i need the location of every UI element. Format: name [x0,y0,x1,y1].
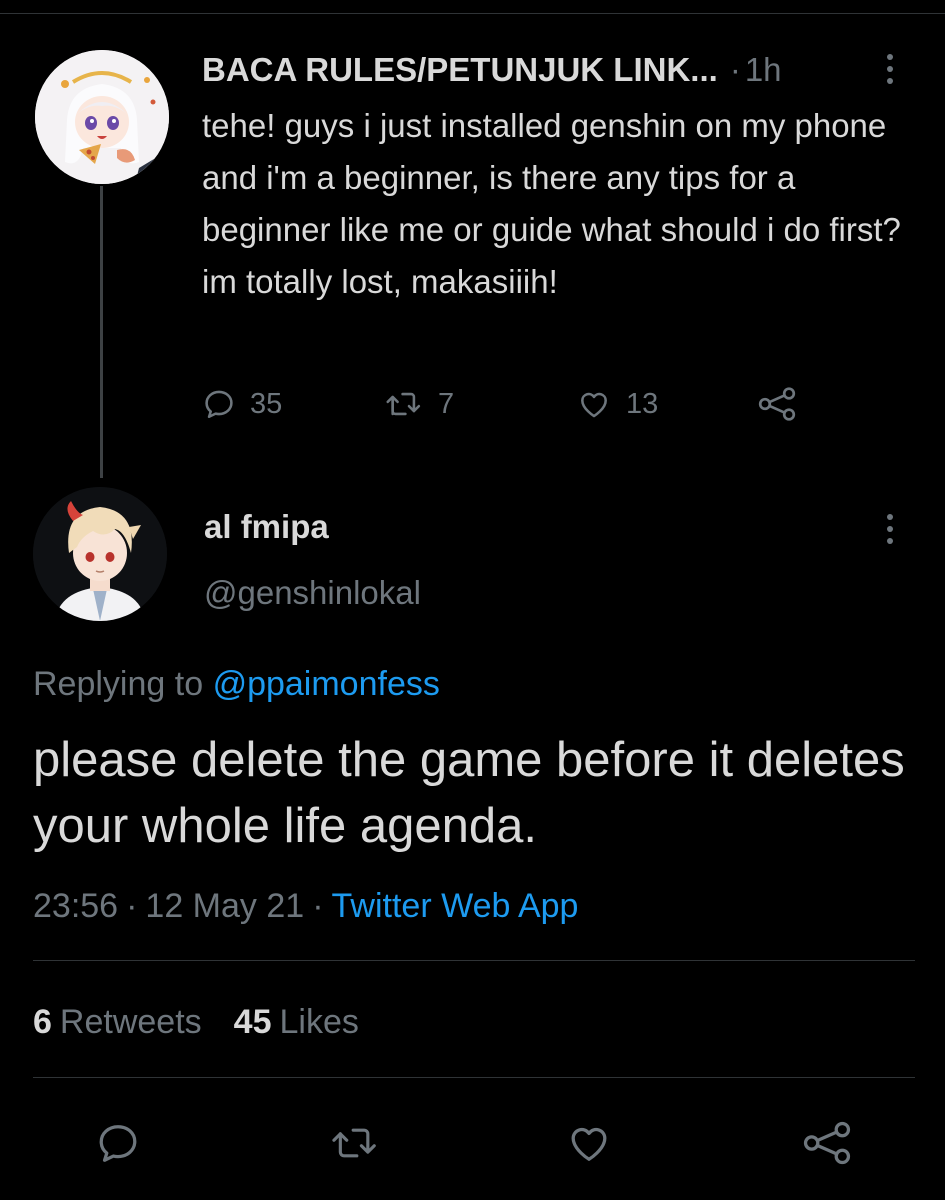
reply-display-name[interactable]: al fmipa [204,505,329,549]
parent-timestamp[interactable]: 1h [745,51,782,88]
thread-connector-line [100,186,103,478]
parent-like-button[interactable]: 13 [576,376,658,432]
parent-reply-count: 35 [250,387,283,420]
replying-to-line: Replying to @ppaimonfess [33,662,440,706]
more-vertical-icon [887,78,893,84]
heart-icon [581,392,607,418]
retweet-icon [332,1128,376,1158]
reply-tweet-text: please delete the game before it deletes… [33,733,905,853]
likes-count: 45 [233,1003,272,1041]
reply-handle[interactable]: @genshinlokal [204,571,421,615]
parent-tweet-header: BACA RULES/PETUNJUK LINK... · 1h [202,50,892,90]
reply-button[interactable] [85,1110,151,1176]
divider [33,960,915,961]
parent-separator: · [729,51,741,88]
parent-display-name[interactable]: BACA RULES/PETUNJUK LINK... [202,51,718,88]
retweets-stat[interactable]: 6 Retweets [33,1003,202,1041]
top-divider [0,13,945,14]
replying-to-mention[interactable]: @ppaimonfess [213,665,440,703]
tweet-action-bar [0,1110,945,1176]
parent-retweet-count: 7 [438,387,455,420]
replying-to-label: Replying to [33,665,204,703]
more-vertical-icon [887,538,893,544]
more-vertical-icon [887,54,893,60]
likes-stat[interactable]: 45 Likes [234,1003,359,1041]
retweet-button[interactable] [322,1110,388,1176]
share-icon [758,387,796,421]
meta-separator: · [126,887,138,925]
share-icon [803,1121,851,1165]
retweets-count: 6 [33,1003,52,1041]
parent-more-button[interactable] [878,45,902,93]
parent-like-count: 13 [626,387,659,420]
parent-retweet-button[interactable]: 7 [384,376,454,432]
like-button[interactable] [556,1110,622,1176]
parent-tweet-text: tehe! guys i just installed genshin on m… [202,107,901,300]
parent-reply-button[interactable]: 35 [202,376,282,432]
likes-label: Likes [279,1003,359,1041]
reply-icon [99,1125,137,1162]
tweet-meta: 23:56 · 12 May 21 · Twitter Web App [33,884,578,928]
more-vertical-icon [887,526,893,532]
parent-avatar[interactable] [35,50,169,184]
reply-avatar[interactable] [33,487,167,621]
parent-actions-row: 35 7 13 [202,376,822,432]
reply-icon [205,390,233,419]
retweets-label: Retweets [59,1003,202,1041]
more-vertical-icon [887,66,893,72]
reply-more-button[interactable] [878,505,902,553]
retweet-icon [386,392,421,416]
divider [33,1077,915,1078]
tweet-time[interactable]: 23:56 [33,887,118,925]
meta-separator: · [312,887,324,925]
parent-share-button[interactable] [756,376,798,432]
tweet-stats: 6 Retweets 45 Likes [33,1000,391,1044]
tweet-date[interactable]: 12 May 21 [145,887,304,925]
share-button[interactable] [794,1110,860,1176]
heart-icon [571,1127,607,1161]
tweet-source-link[interactable]: Twitter Web App [332,887,579,925]
more-vertical-icon [887,514,893,520]
